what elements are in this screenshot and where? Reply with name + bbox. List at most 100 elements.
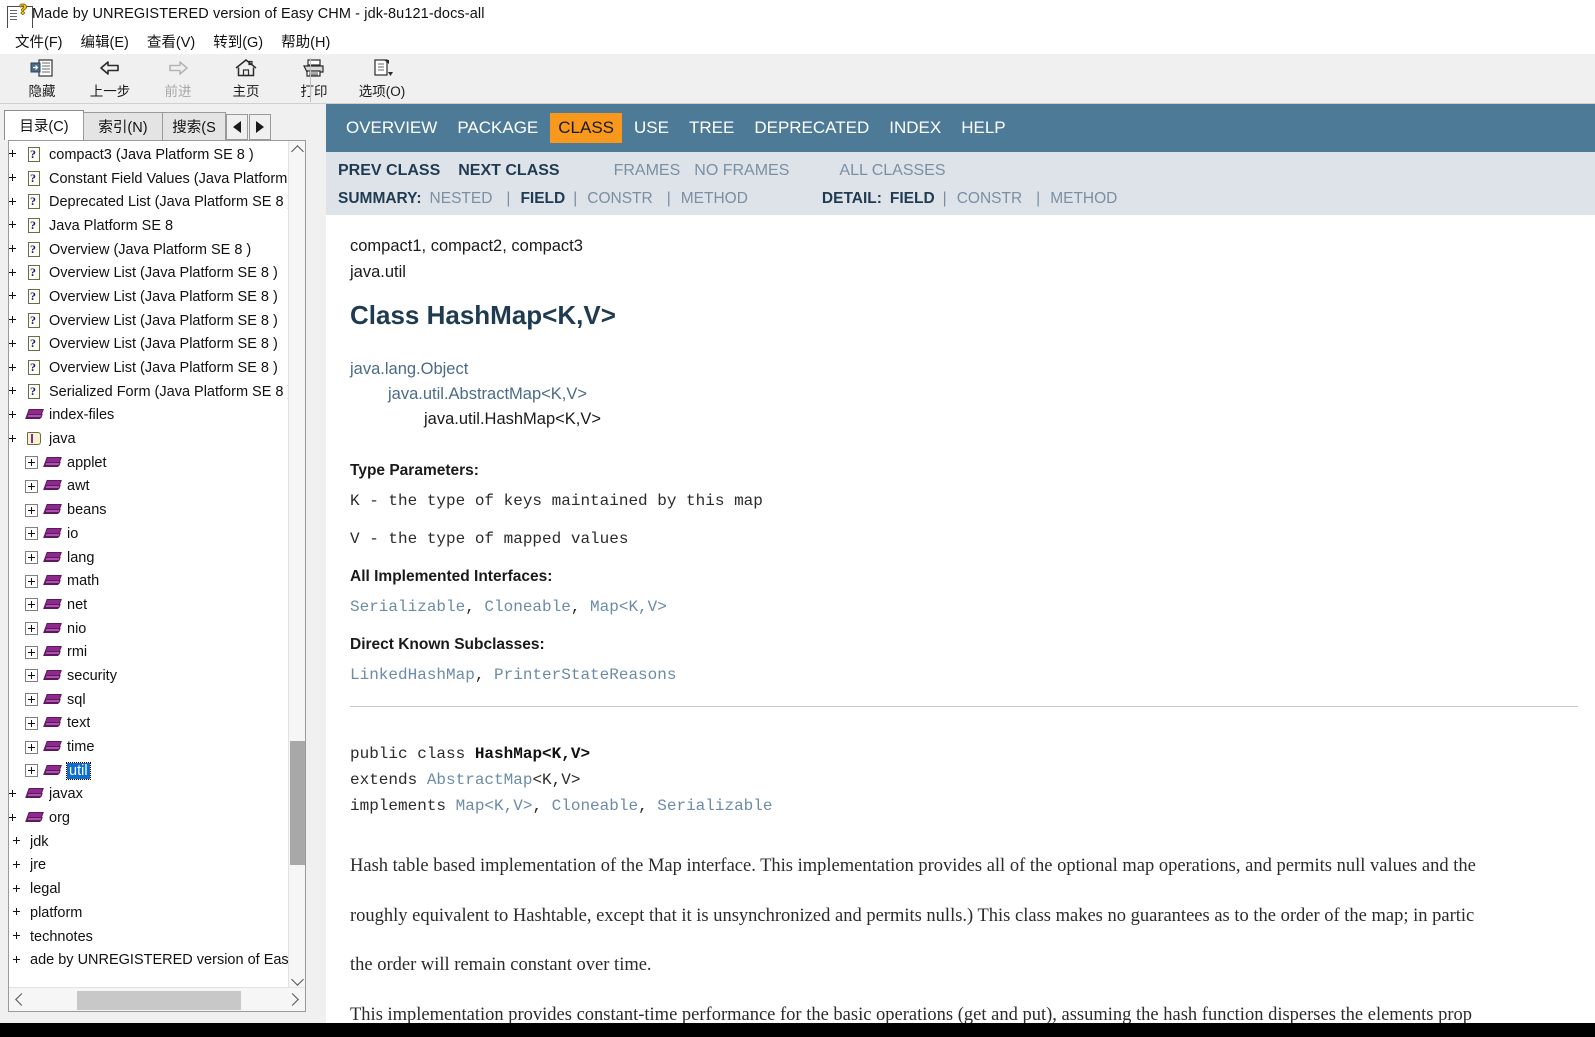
- detail-method-link[interactable]: METHOD: [1050, 190, 1117, 208]
- summary-method-link[interactable]: METHOD: [681, 190, 748, 208]
- tree-item[interactable]: platform: [9, 901, 290, 925]
- tree-item[interactable]: text: [9, 712, 290, 736]
- tree-item[interactable]: ? Overview List (Java Platform SE 8 ): [9, 309, 290, 333]
- tree-hscroll-thumb[interactable]: [77, 990, 241, 1010]
- tree-hscroll-track[interactable]: [31, 989, 283, 1011]
- tree-item[interactable]: org: [9, 806, 290, 830]
- tree-item[interactable]: ? Constant Field Values (Java Platform: [9, 167, 290, 191]
- summary-field-link[interactable]: FIELD: [520, 190, 565, 208]
- toolbar-button-forward[interactable]: 前进: [144, 54, 212, 102]
- tree-item[interactable]: jre: [9, 854, 290, 878]
- hierarchy-link-abstractmap[interactable]: java.util.AbstractMap<K,V>: [388, 385, 587, 403]
- tree-item[interactable]: ? Overview List (Java Platform SE 8 ): [9, 261, 290, 285]
- tab-scroll-right-button[interactable]: [249, 114, 271, 140]
- tree-item[interactable]: index-files: [9, 404, 290, 428]
- tree-item[interactable]: net: [9, 593, 290, 617]
- menu-item-file[interactable]: 文件(F): [6, 29, 72, 54]
- tree-horizontal-scrollbar[interactable]: [9, 987, 305, 1011]
- tree-item[interactable]: lang: [9, 546, 290, 570]
- menu-item-edit[interactable]: 编辑(E): [72, 29, 138, 54]
- expand-plus-icon[interactable]: [25, 456, 38, 470]
- tree-item[interactable]: ? Serialized Form (Java Platform SE 8 ): [9, 380, 290, 404]
- menu-item-goto[interactable]: 转到(G): [204, 29, 272, 54]
- nav-package[interactable]: PACKAGE: [449, 113, 546, 143]
- toolbar-button-back[interactable]: 上一步: [76, 54, 144, 102]
- tree-scroll-up-button[interactable]: [289, 141, 305, 158]
- tree-item[interactable]: ? Overview List (Java Platform SE 8 ): [9, 333, 290, 357]
- expand-plus-icon[interactable]: [25, 669, 38, 683]
- interface-link-map[interactable]: Map<K,V>: [590, 598, 667, 616]
- tree-item[interactable]: time: [9, 735, 290, 759]
- tree-item[interactable]: util: [9, 759, 290, 783]
- tree-item[interactable]: nio: [9, 617, 290, 641]
- nav-index[interactable]: INDEX: [881, 113, 949, 143]
- tree-item[interactable]: beans: [9, 498, 290, 522]
- tree-item[interactable]: legal: [9, 877, 290, 901]
- tree-item[interactable]: java: [9, 427, 290, 451]
- subclass-link-printerstatereasons[interactable]: PrinterStateReasons: [494, 666, 676, 684]
- tree-item[interactable]: rmi: [9, 640, 290, 664]
- declaration-superclass-link[interactable]: AbstractMap: [427, 771, 533, 789]
- menu-item-view[interactable]: 查看(V): [138, 29, 204, 54]
- tree-item[interactable]: ? compact3 (Java Platform SE 8 ): [9, 143, 290, 167]
- interface-link-cloneable[interactable]: Cloneable: [484, 598, 570, 616]
- nav-overview[interactable]: OVERVIEW: [338, 113, 445, 143]
- tree-item[interactable]: security: [9, 664, 290, 688]
- expand-plus-icon[interactable]: [25, 716, 38, 730]
- detail-field-link[interactable]: FIELD: [890, 190, 935, 208]
- toolbar-button-hide[interactable]: 隐藏: [8, 54, 76, 102]
- summary-nested-link[interactable]: NESTED: [430, 190, 493, 208]
- tree-vscroll-thumb[interactable]: [290, 741, 305, 865]
- declaration-interface-serializable[interactable]: Serializable: [657, 797, 772, 815]
- frames-link[interactable]: FRAMES: [614, 162, 681, 180]
- declaration-interface-map[interactable]: Map<K,V>: [456, 797, 533, 815]
- menu-item-help[interactable]: 帮助(H): [272, 29, 339, 54]
- toolbar-button-options[interactable]: 选项(O): [348, 54, 416, 102]
- tree-item[interactable]: ? Overview (Java Platform SE 8 ): [9, 238, 290, 262]
- expand-plus-icon[interactable]: [25, 574, 38, 588]
- all-classes-link[interactable]: ALL CLASSES: [839, 162, 945, 180]
- tab-contents[interactable]: 目录(C): [4, 110, 84, 140]
- tree-item[interactable]: ? Overview List (Java Platform SE 8 ): [9, 356, 290, 380]
- no-frames-link[interactable]: NO FRAMES: [694, 162, 789, 180]
- expand-plus-icon[interactable]: [25, 693, 38, 707]
- nav-class[interactable]: CLASS: [550, 113, 623, 143]
- tree-item[interactable]: javax: [9, 783, 290, 807]
- detail-constr-link[interactable]: CONSTR: [957, 190, 1022, 208]
- expand-plus-icon[interactable]: [25, 503, 38, 517]
- expand-plus-icon[interactable]: [25, 551, 38, 565]
- tree-item[interactable]: math: [9, 569, 290, 593]
- tree-item[interactable]: io: [9, 522, 290, 546]
- tree-item[interactable]: applet: [9, 451, 290, 475]
- tab-scroll-left-button[interactable]: [226, 114, 248, 140]
- tree-item[interactable]: awt: [9, 475, 290, 499]
- tree-item[interactable]: technotes: [9, 925, 290, 949]
- expand-plus-icon[interactable]: [25, 527, 38, 541]
- nav-deprecated[interactable]: DEPRECATED: [746, 113, 877, 143]
- expand-plus-icon[interactable]: [25, 764, 38, 778]
- expand-plus-icon[interactable]: [25, 645, 38, 659]
- subclass-link-linkedhashmap[interactable]: LinkedHashMap: [350, 666, 475, 684]
- nav-use[interactable]: USE: [626, 113, 677, 143]
- tree-item[interactable]: ? Overview List (Java Platform SE 8 ): [9, 285, 290, 309]
- tab-search[interactable]: 搜索(S: [162, 112, 226, 140]
- tab-index[interactable]: 索引(N): [83, 112, 163, 140]
- tree-item[interactable]: sql: [9, 688, 290, 712]
- expand-plus-icon[interactable]: [25, 598, 38, 612]
- toolbar-button-print[interactable]: 打印: [280, 54, 348, 102]
- prev-class-link[interactable]: PREV CLASS: [338, 162, 440, 180]
- hierarchy-link-object[interactable]: java.lang.Object: [350, 360, 468, 378]
- nav-help[interactable]: HELP: [953, 113, 1013, 143]
- expand-plus-icon[interactable]: [25, 479, 38, 493]
- toolbar-button-home[interactable]: 主页: [212, 54, 280, 102]
- tree-vertical-scrollbar[interactable]: [288, 141, 305, 989]
- tree-item[interactable]: ? Java Platform SE 8: [9, 214, 290, 238]
- tree-item[interactable]: ade by UNREGISTERED version of Easy CH: [9, 948, 290, 972]
- summary-constr-link[interactable]: CONSTR: [587, 190, 652, 208]
- expand-plus-icon[interactable]: [25, 740, 38, 754]
- nav-tree[interactable]: TREE: [681, 113, 742, 143]
- tree-item[interactable]: jdk: [9, 830, 290, 854]
- next-class-link[interactable]: NEXT CLASS: [458, 162, 559, 180]
- expand-plus-icon[interactable]: [25, 622, 38, 636]
- pane-splitter[interactable]: [312, 104, 326, 1023]
